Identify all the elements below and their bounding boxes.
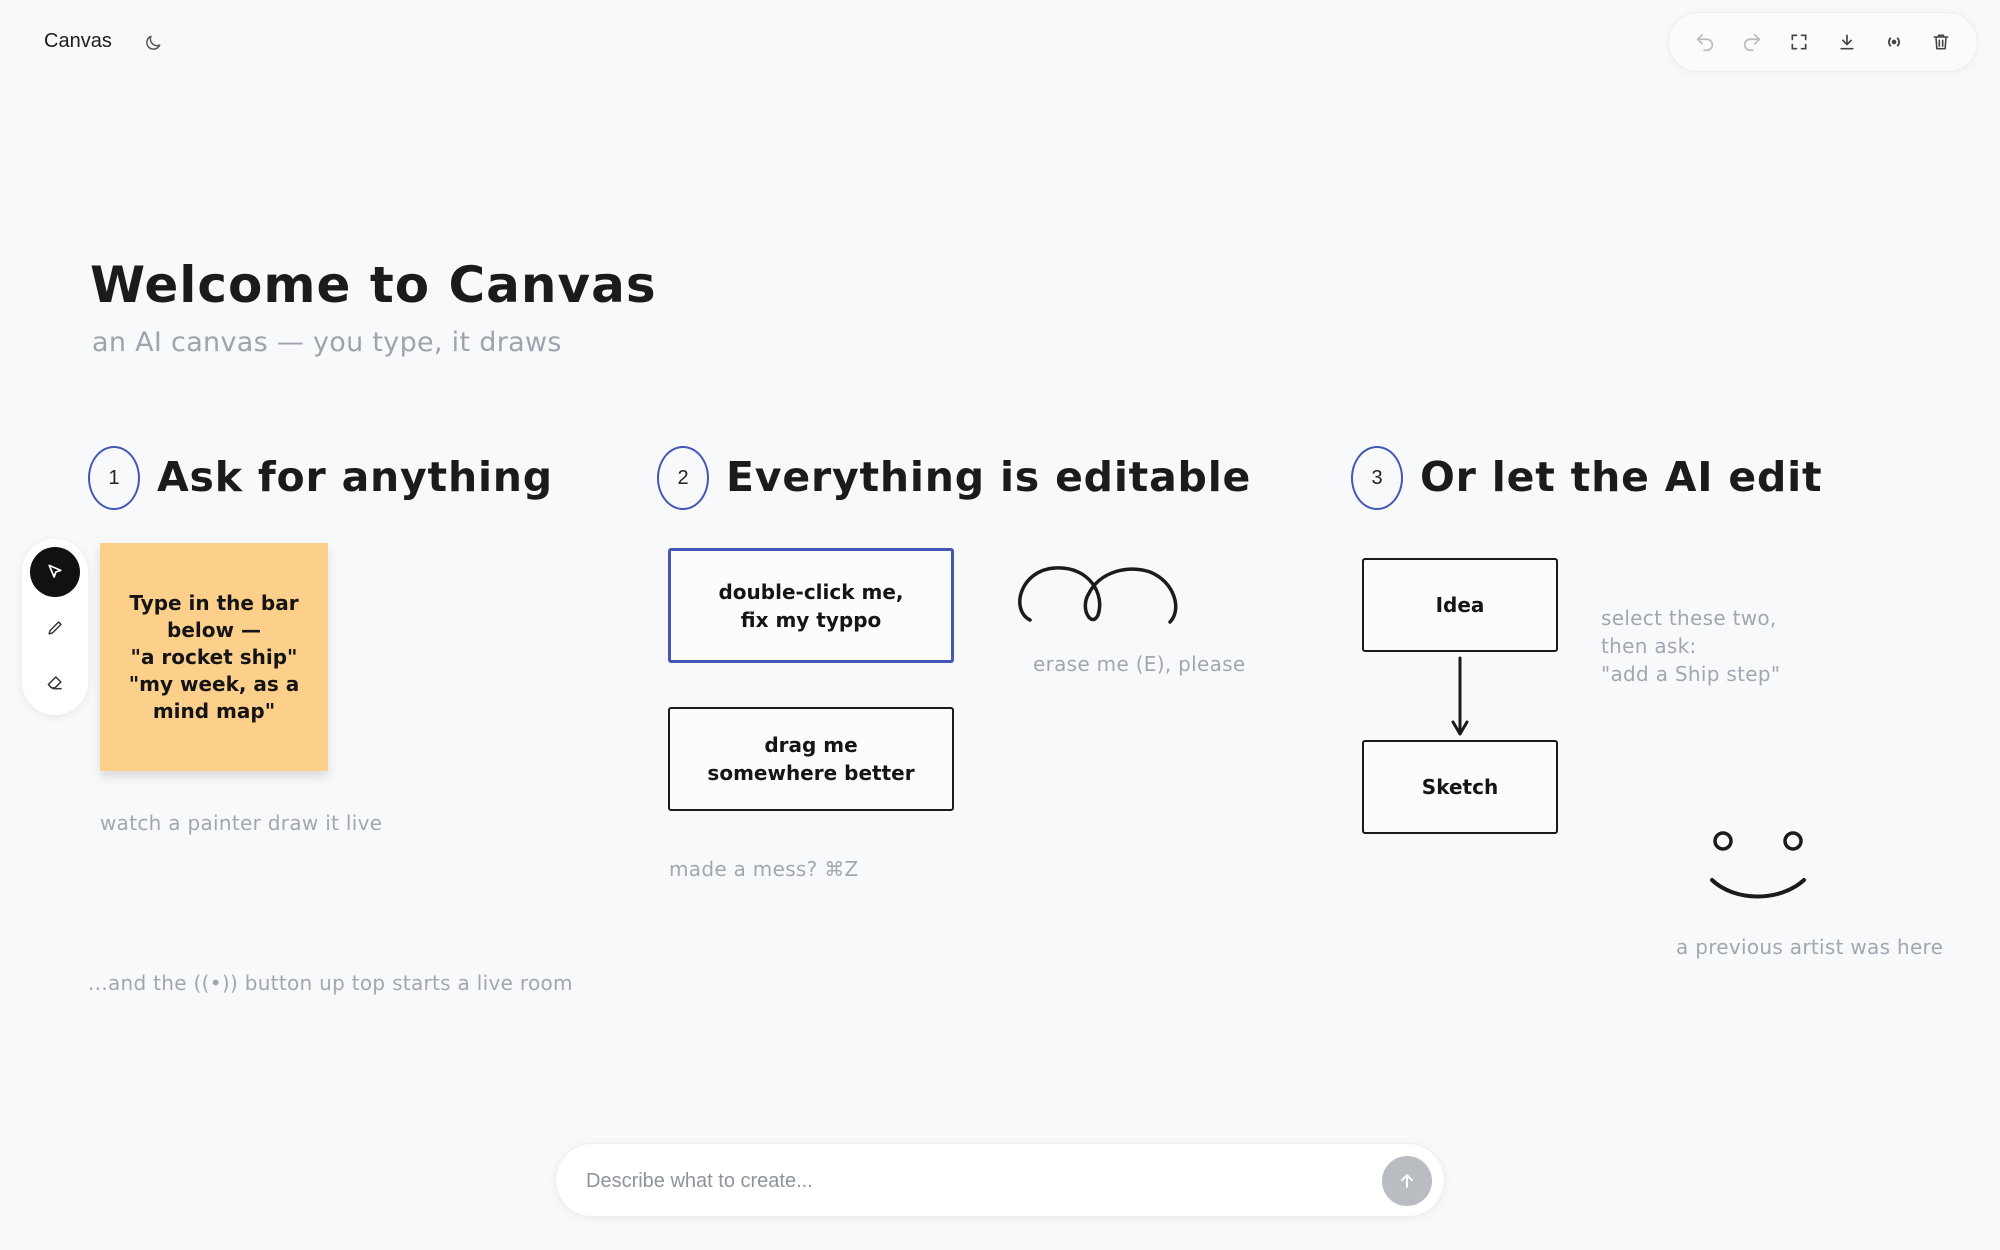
drag-box-line: drag me	[764, 733, 858, 757]
live-room-hint-text[interactable]: ...and the ((•)) button up top starts a …	[88, 971, 573, 995]
fullscreen-icon	[1791, 34, 1807, 50]
top-toolbar	[1668, 12, 1978, 72]
redo-icon	[1743, 33, 1761, 52]
prompt-bar	[555, 1143, 1445, 1217]
tool-rail	[22, 539, 88, 715]
send-button[interactable]	[1382, 1156, 1432, 1206]
select-arrow-icon	[48, 564, 62, 578]
scribble-loops[interactable]	[1010, 560, 1190, 630]
prompt-input[interactable]	[584, 1162, 1348, 1200]
editable-text-box[interactable]: double-click me, fix my typpo	[668, 548, 954, 663]
made-a-mess-text[interactable]: made a mess? ⌘Z	[669, 857, 859, 881]
clear-canvas-button[interactable]	[1924, 25, 1958, 59]
theme-toggle-button[interactable]	[140, 30, 166, 56]
eraser-icon	[47, 676, 62, 690]
redo-button[interactable]	[1735, 25, 1769, 59]
flow-node-sketch[interactable]: Sketch	[1362, 740, 1558, 834]
flow-node-idea[interactable]: Idea	[1362, 558, 1558, 652]
sticky-note-line: Type in the bar	[129, 590, 299, 615]
sticky-note[interactable]: Type in the bar below — "a rocket ship" …	[100, 543, 328, 771]
select-hint-line: "add a Ship step"	[1601, 662, 1781, 686]
eraser-tool-button[interactable]	[30, 657, 80, 707]
step-1-title[interactable]: Ask for anything	[157, 453, 553, 501]
sticky-note-line: below —	[167, 617, 261, 642]
flow-arrow[interactable]	[1450, 656, 1470, 738]
previous-artist-text[interactable]: a previous artist was here	[1676, 935, 1943, 959]
moon-icon	[146, 35, 161, 50]
download-icon	[1839, 34, 1854, 50]
undo-button[interactable]	[1688, 25, 1722, 59]
pencil-tool-button[interactable]	[30, 602, 80, 652]
step-2-circle[interactable]: 2	[657, 446, 709, 510]
sticky-note-line: "my week, as a	[128, 671, 300, 696]
drag-box-line: somewhere better	[707, 761, 915, 785]
arrow-up-icon	[1401, 1174, 1413, 1188]
select-hint-line: then ask:	[1601, 634, 1697, 658]
download-button[interactable]	[1830, 25, 1864, 59]
watch-painter-text[interactable]: watch a painter draw it live	[100, 811, 382, 835]
step-2-number: 2	[677, 466, 689, 489]
select-hint-text[interactable]: select these two, then ask: "add a Ship …	[1601, 604, 1780, 688]
pencil-icon	[47, 620, 62, 635]
select-tool-button[interactable]	[30, 547, 80, 597]
draggable-text-box[interactable]: drag me somewhere better	[668, 707, 954, 811]
live-room-icon	[1888, 37, 1900, 47]
step-1-number: 1	[108, 466, 120, 489]
step-1-circle[interactable]: 1	[88, 446, 140, 510]
trash-icon	[1933, 34, 1949, 50]
step-3-number: 3	[1371, 466, 1383, 489]
smiley-doodle[interactable]	[1700, 820, 1820, 910]
flow-node-label: Sketch	[1421, 775, 1499, 799]
select-hint-line: select these two,	[1601, 606, 1777, 630]
edit-box-line: double-click me,	[718, 579, 904, 604]
step-2-title[interactable]: Everything is editable	[726, 453, 1251, 501]
sticky-note-line: mind map"	[152, 698, 276, 723]
canvas-welcome-title[interactable]: Welcome to Canvas	[90, 256, 657, 314]
fullscreen-button[interactable]	[1782, 25, 1816, 59]
step-3-title[interactable]: Or let the AI edit	[1420, 453, 1822, 501]
sticky-note-line: "a rocket ship"	[130, 644, 298, 669]
flow-node-label: Idea	[1435, 593, 1485, 617]
canvas-subtitle[interactable]: an AI canvas — you type, it draws	[92, 327, 562, 358]
edit-box-line: fix my typpo	[740, 607, 882, 632]
erase-me-text[interactable]: erase me (E), please	[1033, 652, 1246, 676]
live-room-button[interactable]	[1877, 25, 1911, 59]
undo-icon	[1696, 33, 1713, 52]
step-3-circle[interactable]: 3	[1351, 446, 1403, 510]
app-title: Canvas	[44, 30, 112, 52]
